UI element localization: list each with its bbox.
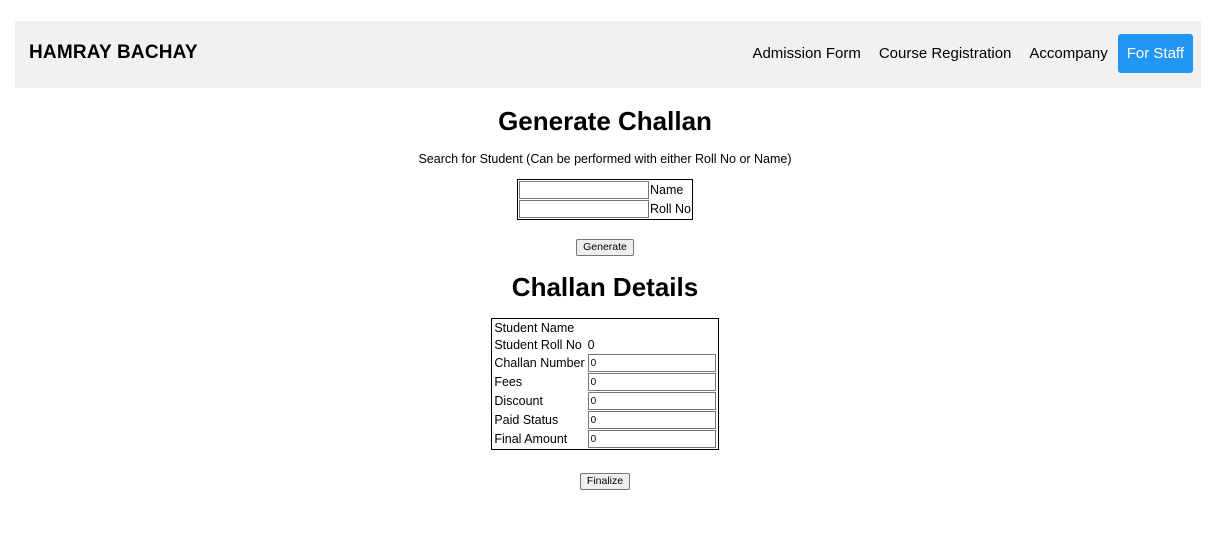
finalize-button-wrap: Finalize [0, 471, 1210, 490]
generate-button-wrap: Generate [0, 237, 1210, 256]
paid-status-label: Paid Status [494, 413, 559, 427]
nav-admission-form[interactable]: Admission Form [743, 34, 869, 73]
top-navbar: HAMRAY BACHAY Admission Form Course Regi… [15, 21, 1201, 88]
row-student-name: Student Name [493, 320, 716, 336]
roll-no-label: Roll No [650, 202, 691, 216]
search-note: Search for Student (Can be performed wit… [418, 152, 792, 166]
row-paid-status: Paid Status [493, 411, 716, 429]
brand-title: HAMRAY BACHAY [29, 42, 198, 63]
search-note-wrap: Search for Student (Can be performed wit… [0, 152, 1210, 166]
nav-accompany[interactable]: Accompany [1020, 34, 1116, 73]
search-form: Name Roll No [0, 179, 1210, 220]
student-name-value [587, 320, 717, 336]
row-student-roll: Student Roll No 0 [493, 337, 716, 353]
generate-challan-heading: Generate Challan [498, 106, 712, 136]
row-final-amount: Final Amount [493, 430, 716, 448]
fees-label: Fees [494, 375, 523, 389]
discount-label: Discount [494, 394, 543, 408]
finalize-button[interactable]: Finalize [579, 473, 631, 490]
nav-for-staff[interactable]: For Staff [1117, 34, 1193, 73]
nav-course-registration[interactable]: Course Registration [870, 34, 1021, 73]
student-roll-value: 0 [587, 338, 595, 352]
student-roll-label: Student Roll No [494, 338, 582, 352]
challan-details-heading: Challan Details [511, 272, 699, 302]
roll-no-input[interactable] [519, 200, 649, 218]
generate-button[interactable]: Generate [576, 239, 634, 256]
row-discount: Discount [493, 392, 716, 410]
name-label: Name [650, 183, 684, 197]
fees-input[interactable] [587, 373, 716, 391]
final-amount-label: Final Amount [494, 432, 568, 446]
nav-links: Admission Form Course Registration Accom… [743, 34, 1193, 73]
details-heading-wrap: Challan Details [0, 272, 1210, 303]
name-input[interactable] [519, 181, 649, 199]
row-challan-number: Challan Number [493, 354, 716, 372]
generate-section: Generate Challan [0, 106, 1210, 137]
search-table: Name Roll No [517, 179, 693, 220]
challan-number-label: Challan Number [494, 356, 585, 370]
paid-status-input[interactable] [587, 411, 716, 429]
row-fees: Fees [493, 373, 716, 391]
discount-input[interactable] [587, 392, 716, 410]
student-name-label: Student Name [494, 321, 575, 335]
details-table: Student Name Student Roll No 0 Challan N… [491, 318, 719, 450]
details-form: Student Name Student Roll No 0 Challan N… [0, 318, 1210, 450]
challan-number-input[interactable] [587, 354, 716, 372]
final-amount-input[interactable] [587, 430, 716, 448]
